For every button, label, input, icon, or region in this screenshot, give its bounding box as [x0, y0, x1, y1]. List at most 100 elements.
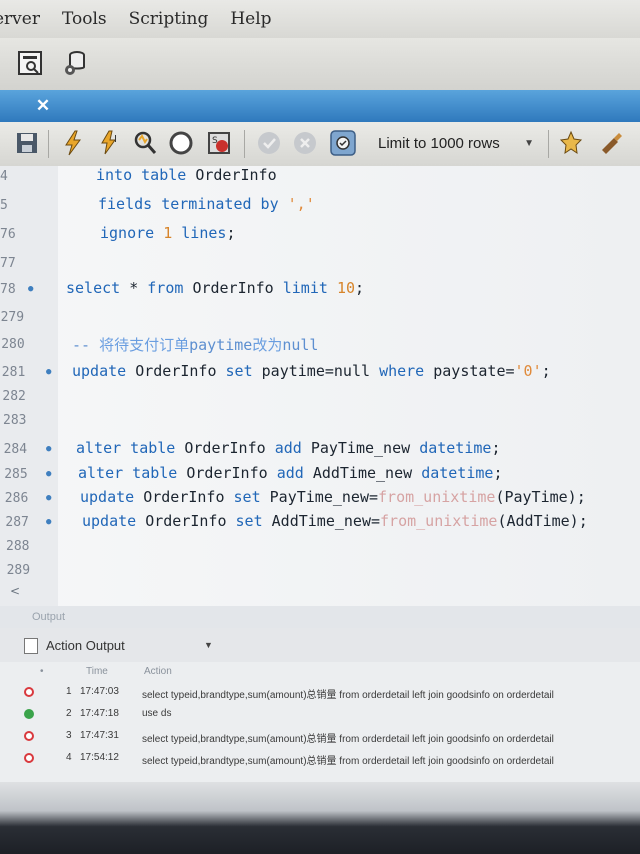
line-number: 285 [4, 467, 28, 482]
inspector-icon[interactable] [16, 48, 46, 78]
code-token: ignore [100, 224, 164, 242]
code-token: ; [493, 464, 503, 482]
code-token: from_unixtime [380, 512, 498, 530]
code-token: alter table [76, 439, 185, 457]
line-number: 280 [1, 337, 25, 352]
svg-text:I: I [114, 134, 117, 145]
code-token: paytime [189, 336, 253, 354]
output-row-action: use ds [142, 708, 172, 719]
code-token: into table [96, 166, 196, 184]
code-token: (PayTime); [495, 488, 586, 506]
code-token: datetime [419, 439, 492, 457]
code-token: OrderInfo [143, 488, 234, 506]
code-text: update OrderInfo set paytime=null where … [72, 362, 551, 380]
limit-rows-select[interactable]: Limit to 1000 rows ▼ [368, 131, 540, 157]
autocommit-icon[interactable] [328, 128, 358, 158]
code-token: AddTime_new [312, 464, 422, 482]
output-row-number: 3 [66, 730, 72, 741]
explain-icon[interactable] [130, 128, 160, 158]
error-status-icon [24, 753, 34, 763]
svg-text:S: S [212, 136, 218, 146]
menu-scripting[interactable]: Scripting [129, 9, 209, 29]
output-row-number: 1 [66, 686, 72, 697]
commit-icon[interactable] [254, 128, 284, 158]
action-output-table: • Time Action 1 17:47:03 select typeid,bra… [0, 662, 640, 782]
code-token: paytime=null [261, 362, 380, 380]
stop-icon[interactable] [166, 128, 196, 158]
code-token: 将待支付订单 [99, 336, 190, 354]
output-row[interactable]: 2 17:47:18 use ds [0, 704, 640, 726]
output-type-select[interactable]: Action Output [46, 638, 125, 653]
code-text: -- 将待支付订单paytime改为null [72, 334, 318, 355]
tab-close-icon[interactable]: ✕ [34, 97, 52, 115]
code-token: OrderInfo [195, 166, 277, 184]
status-column-header: • [40, 666, 44, 677]
line-number: 78 [0, 282, 16, 297]
statement-marker-icon: ● [46, 367, 52, 377]
code-token: update [80, 488, 144, 506]
code-token: set [225, 362, 262, 380]
beautify-icon[interactable] [556, 128, 586, 158]
code-token: OrderInfo [135, 362, 226, 380]
code-token: ; [541, 362, 551, 380]
code-token: add [276, 464, 313, 482]
code-token: * [129, 279, 148, 297]
output-row-action: select typeid,brandtype,sum(amount)总销量 f… [142, 756, 554, 767]
code-token: OrderInfo [186, 464, 277, 482]
scroll-left-icon[interactable]: < [10, 584, 20, 598]
code-token: alter table [78, 464, 187, 482]
output-type-arrow-icon[interactable]: ▼ [204, 640, 213, 650]
line-number: 4 [0, 169, 8, 184]
toolbar-separator [548, 130, 549, 158]
limit-rows-value: Limit to 1000 rows [378, 135, 500, 152]
output-row[interactable]: 3 17:47:31 select typeid,brandtype,sum(amo… [0, 726, 640, 748]
statement-marker-icon: ● [46, 493, 52, 503]
code-token: 改为 [252, 336, 283, 354]
output-row[interactable]: 4 17:54:12 select typeid,brandtype,sum(amo… [0, 748, 640, 770]
output-row-action: select typeid,brandtype,sum(amount)总销量 f… [142, 734, 554, 745]
action-column-header: Action [144, 666, 172, 677]
line-number: 76 [0, 227, 16, 242]
output-header: Output [0, 606, 640, 628]
success-status-icon [24, 709, 34, 719]
menu-help[interactable]: Help [230, 9, 271, 29]
code-token: ; [355, 279, 365, 297]
code-token: 1 [163, 224, 173, 242]
code-token: from [147, 279, 193, 297]
output-row[interactable]: 1 17:47:03 select typeid,brandtype,sum(amo… [0, 682, 640, 704]
statement-marker-icon: ● [46, 469, 52, 479]
code-token: (AddTime); [497, 512, 588, 530]
code-token: ; [491, 439, 501, 457]
code-text: ignore 1 lines; [100, 224, 235, 242]
output-row-time: 17:47:31 [80, 730, 119, 741]
toolbar-separator [244, 130, 245, 158]
code-text: select * from OrderInfo limit 10; [66, 279, 364, 297]
dropdown-arrow-icon: ▼ [524, 138, 534, 149]
line-number: 287 [5, 515, 29, 530]
statement-marker-icon: ● [28, 284, 34, 294]
database-settings-icon[interactable] [60, 48, 90, 78]
toggle-error-icon[interactable]: S [204, 128, 234, 158]
output-toolbar: Action Output ▼ [0, 628, 640, 662]
menu-server[interactable]: erver [0, 9, 40, 29]
line-number: 286 [4, 491, 29, 506]
find-replace-icon[interactable] [596, 128, 626, 158]
line-number: 5 [0, 198, 8, 213]
code-token: OrderInfo [145, 512, 236, 530]
line-number: 282 [2, 389, 26, 404]
code-token: -- [72, 336, 100, 354]
rollback-icon[interactable] [290, 128, 320, 158]
code-token: OrderInfo [192, 279, 283, 297]
sql-editor[interactable]: 4 into table OrderInfo 5 fields terminated … [0, 166, 640, 606]
code-token: set [233, 488, 270, 506]
code-token: PayTime_new [310, 439, 420, 457]
execute-current-icon[interactable]: I [94, 128, 124, 158]
menu-tools[interactable]: Tools [62, 9, 107, 29]
execute-icon[interactable] [58, 128, 88, 158]
code-token: null [282, 336, 319, 354]
line-number: 77 [0, 256, 16, 271]
toolbar-separator [48, 130, 49, 158]
code-token: limit [282, 279, 337, 297]
error-status-icon [24, 731, 34, 741]
save-icon[interactable] [12, 128, 42, 158]
